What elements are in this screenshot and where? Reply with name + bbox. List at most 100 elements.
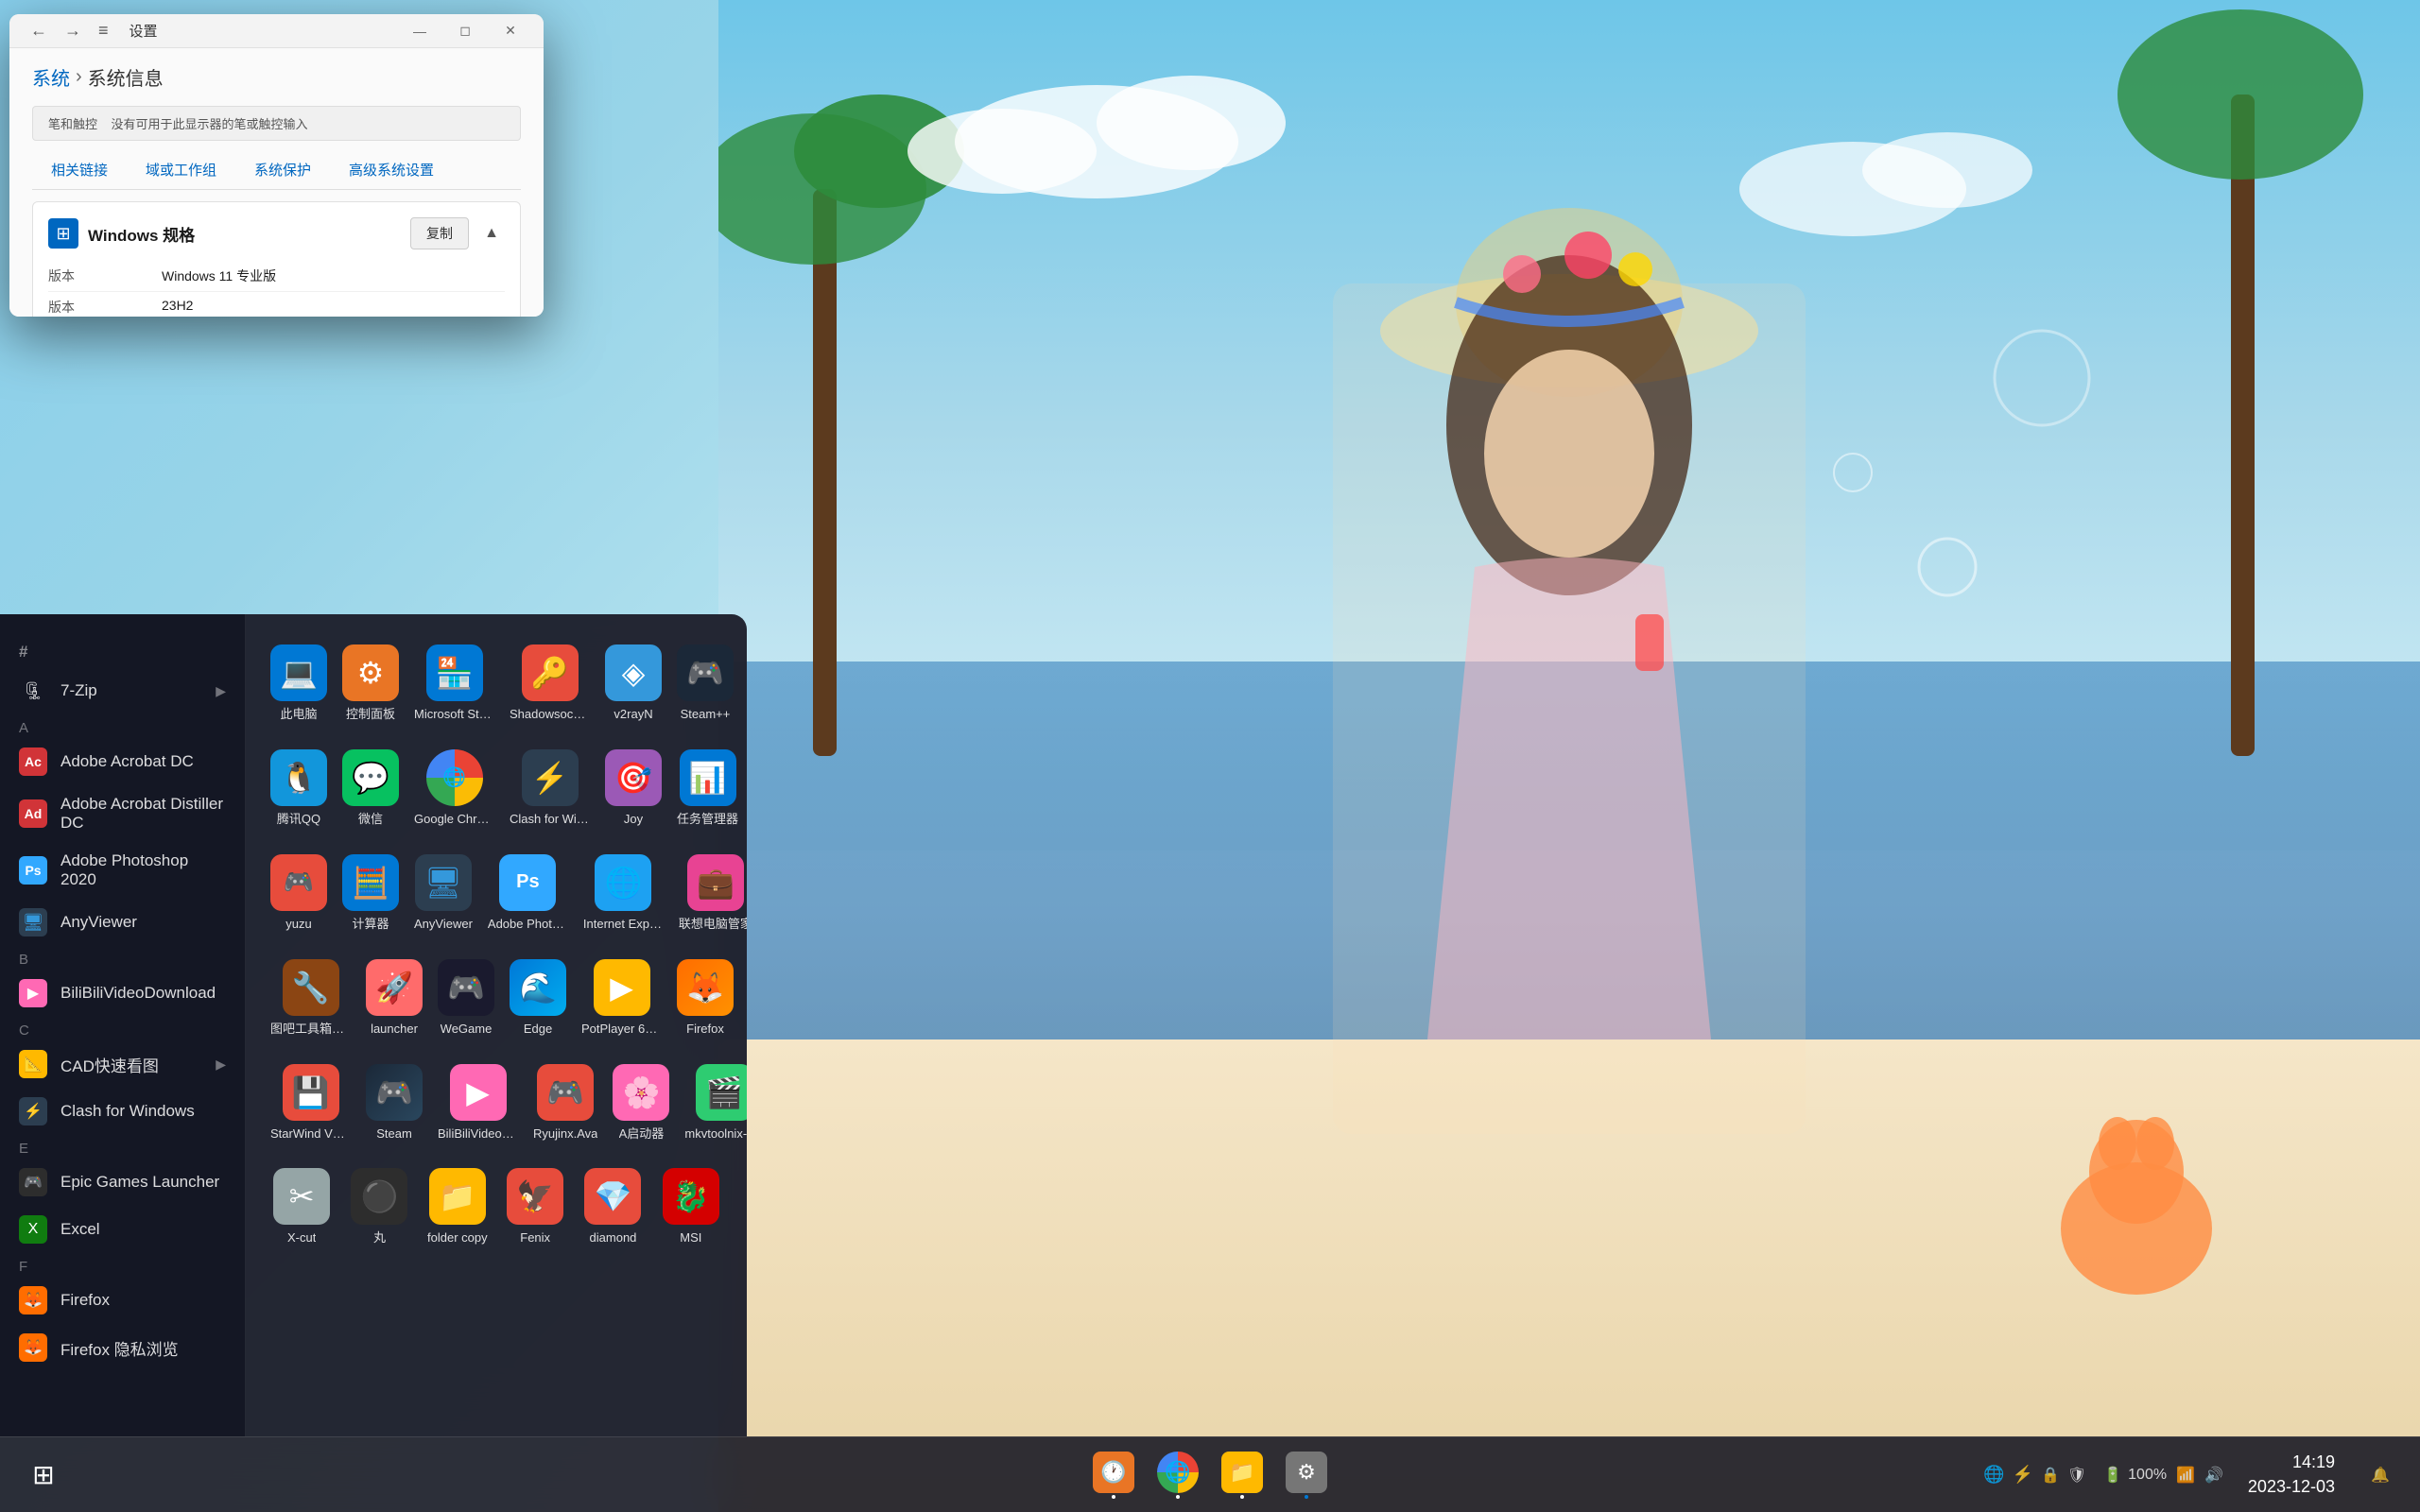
task-manager-icon: 📊 (680, 749, 736, 806)
sidebar-item-adobe-distiller[interactable]: Ad Adobe Acrobat Distiller DC (0, 785, 245, 842)
chrome-label: Google Chrome (414, 812, 494, 828)
battery-icon: 🔋 (2103, 1466, 2122, 1485)
wan-icon: ⚫ (351, 1168, 407, 1225)
steampp-label: Steam++ (681, 707, 731, 723)
sidebar-item-firefox-private[interactable]: 🦊 Firefox 隐私浏览 (0, 1324, 245, 1371)
app-wegame[interactable]: 🎮 WeGame (432, 948, 500, 1049)
a-launcher-icon: 🌸 (613, 1064, 669, 1121)
tray-icon-2[interactable]: ⚡ (2013, 1465, 2033, 1485)
copy-button[interactable]: 复制 (410, 217, 469, 249)
app-task-manager[interactable]: 📊 任务管理器 (671, 738, 744, 839)
app-adobe-ps[interactable]: Ps Adobe Photoshop... (482, 843, 574, 944)
taskbar-settings-app[interactable]: ⚙ (1278, 1448, 1335, 1503)
adobe-ps-icon: Ps (499, 854, 556, 911)
app-edge[interactable]: 🌊 Edge (504, 948, 572, 1049)
potplayer-icon: ▶ (594, 959, 650, 1016)
app-calculator[interactable]: 🧮 计算器 (337, 843, 405, 944)
clock-indicator (1112, 1495, 1115, 1499)
collapse-button[interactable]: ▲ (478, 220, 505, 247)
taskbar-clock-app[interactable]: 🕐 (1085, 1448, 1142, 1503)
forward-button[interactable]: → (59, 19, 87, 43)
notification-button[interactable]: 🔔 (2360, 1454, 2401, 1496)
xcut-icon: ✂ (273, 1168, 330, 1225)
app-msi[interactable]: 🐉 MSI (654, 1157, 728, 1258)
app-yuzu[interactable]: 🎮 yuzu (265, 843, 333, 944)
app-tujian[interactable]: 🔧 图吧工具箱2022 (265, 948, 356, 1049)
app-v2rayn[interactable]: ◈ v2rayN (599, 633, 667, 734)
yuzu-icon: 🎮 (270, 854, 327, 911)
sidebar-item-cad[interactable]: 📐 CAD快速看图 ▶ (0, 1040, 245, 1088)
app-xcut[interactable]: ✂ X-cut (265, 1157, 338, 1258)
sidebar-item-photoshop[interactable]: Ps Adobe Photoshop 2020 (0, 842, 245, 899)
spec-key-edition: 版本 (48, 266, 162, 285)
adobe-ps-label: Adobe Photoshop... (488, 917, 568, 933)
app-diamond[interactable]: 💎 diamond (576, 1157, 649, 1258)
app-lianxiang[interactable]: 💼 联想电脑管家 (673, 843, 747, 944)
minimize-button[interactable]: ― (398, 14, 441, 48)
app-joy[interactable]: 🎯 Joy (599, 738, 667, 839)
calculator-icon: 🧮 (342, 854, 399, 911)
app-potplayer[interactable]: ▶ PotPlayer 64 bit (576, 948, 667, 1049)
breadcrumb-parent[interactable]: 系统 (32, 63, 70, 91)
clash2-icon: ⚡ (522, 749, 579, 806)
menu-button[interactable]: ≡ (93, 19, 114, 43)
app-bilibili2[interactable]: ▶ BiliBiliVideoD... (432, 1053, 524, 1154)
tab-related[interactable]: 相关链接 (32, 152, 127, 189)
app-this-pc[interactable]: 💻 此电脑 (265, 633, 333, 734)
tray-icon-4[interactable]: 🛡 (2067, 1466, 2086, 1485)
xcut-label: X-cut (287, 1230, 316, 1246)
app-launcher[interactable]: 🚀 launcher (360, 948, 428, 1049)
tab-domain[interactable]: 域或工作组 (127, 152, 235, 189)
app-steampp[interactable]: 🎮 Steam++ (671, 633, 739, 734)
diamond-icon: 💎 (584, 1168, 641, 1225)
app-ie[interactable]: 🌐 Internet Explorer (578, 843, 669, 944)
app-clash2[interactable]: ⚡ Clash for Windows (504, 738, 596, 839)
start-button[interactable]: ⊞ (19, 1451, 68, 1500)
bilibili-icon: ▶ (19, 979, 47, 1007)
tray-icon-1[interactable]: 🌐 (1983, 1465, 2004, 1485)
apps-row-1: 💻 此电脑 ⚙ 控制面板 🏪 Microsoft Store 🔑 Shadows… (265, 633, 728, 734)
app-ms-store[interactable]: 🏪 Microsoft Store (408, 633, 500, 734)
app-a-launcher[interactable]: 🌸 A启动器 (607, 1053, 675, 1154)
bilibili2-icon: ▶ (450, 1064, 507, 1121)
app-shadowsocksr[interactable]: 🔑 ShadowsocksR (504, 633, 596, 734)
app-folder-copy[interactable]: 📁 folder copy (421, 1157, 494, 1258)
epic-icon: 🎮 (19, 1168, 47, 1196)
taskbar-explorer-app[interactable]: 📁 (1214, 1448, 1270, 1503)
sidebar-item-epic[interactable]: 🎮 Epic Games Launcher (0, 1159, 245, 1206)
spec-val-edition: Windows 11 专业版 (162, 266, 505, 285)
explorer-indicator (1240, 1495, 1244, 1499)
close-button[interactable]: ✕ (489, 14, 532, 48)
app-chrome[interactable]: 🌐 Google Chrome (408, 738, 500, 839)
app-firefox2[interactable]: 🦊 Firefox (671, 948, 739, 1049)
control-panel-icon: ⚙ (342, 644, 399, 701)
back-button[interactable]: ← (25, 19, 53, 43)
sidebar-item-7zip[interactable]: 🗜 7-Zip ▶ (0, 667, 245, 714)
sidebar-item-clash[interactable]: ⚡ Clash for Windows (0, 1088, 245, 1135)
maximize-button[interactable]: ◻ (443, 14, 487, 48)
app-steam[interactable]: 🎮 Steam (360, 1053, 428, 1154)
app-wan[interactable]: ⚫ 丸 (342, 1157, 416, 1258)
sidebar-item-anyviewer[interactable]: 🖥 AnyViewer (0, 899, 245, 946)
tab-protection[interactable]: 系统保护 (235, 152, 330, 189)
tray-icon-3[interactable]: 🔒 (2041, 1466, 2060, 1485)
sidebar-label-bilibili: BiliBiliVideoDownload (60, 984, 216, 1003)
tab-advanced[interactable]: 高级系统设置 (330, 152, 453, 189)
taskbar-clock[interactable]: 14:19 2023-12-03 (2233, 1451, 2350, 1498)
app-wechat[interactable]: 💬 微信 (337, 738, 405, 839)
app-control-panel[interactable]: ⚙ 控制面板 (337, 633, 405, 734)
taskbar-chrome-app[interactable]: 🌐 (1150, 1448, 1206, 1503)
app-mkvtoolnix[interactable]: 🎬 mkvtoolnix-gui (679, 1053, 747, 1154)
sidebar-item-excel[interactable]: X Excel (0, 1206, 245, 1253)
v2rayn-label: v2rayN (614, 707, 652, 723)
app-fenix[interactable]: 🦅 Fenix (498, 1157, 572, 1258)
spec-title: Windows 规格 (88, 222, 401, 246)
app-anyviewer2[interactable]: 🖥 AnyViewer (408, 843, 478, 944)
app-ryujinx[interactable]: 🎮 Ryujinx.Ava (527, 1053, 603, 1154)
sidebar-item-bilibili[interactable]: ▶ BiliBiliVideoDownload (0, 970, 245, 1017)
sidebar-item-firefox[interactable]: 🦊 Firefox (0, 1277, 245, 1324)
sidebar-label-firefox: Firefox (60, 1291, 110, 1310)
app-qq[interactable]: 🐧 腾讯QQ (265, 738, 333, 839)
sidebar-item-adobe-dc[interactable]: Ac Adobe Acrobat DC (0, 738, 245, 785)
app-starwind[interactable]: 💾 StarWind V2V Image... (265, 1053, 356, 1154)
